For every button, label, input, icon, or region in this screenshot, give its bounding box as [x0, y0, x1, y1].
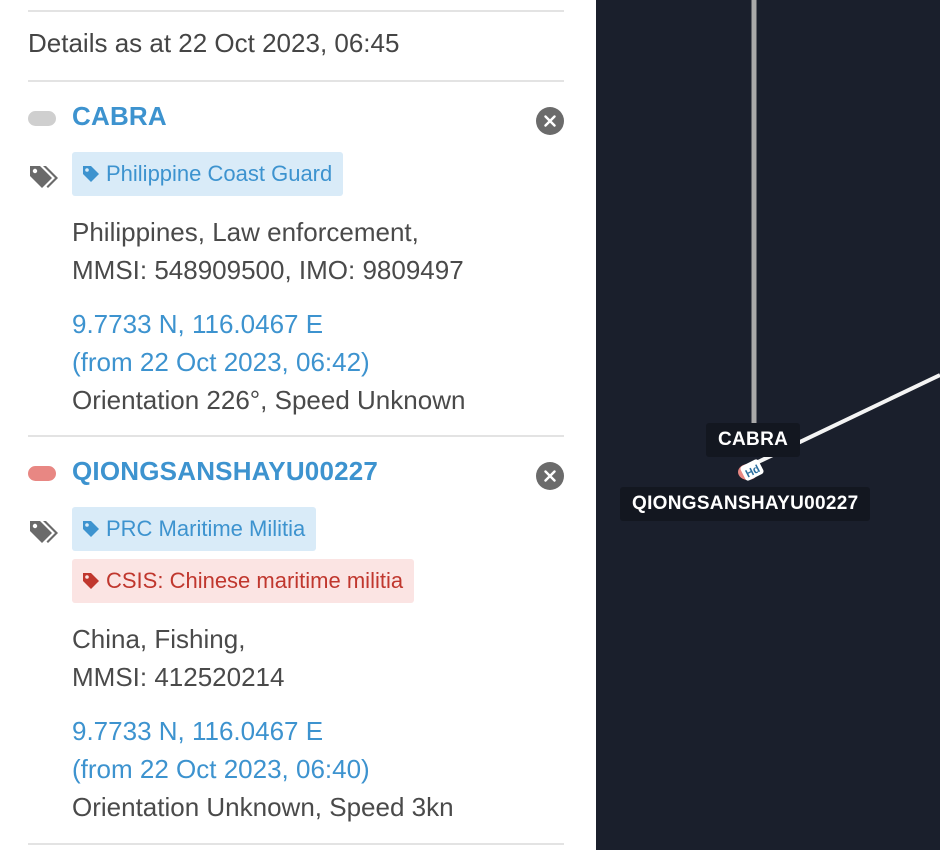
vessel-position-marker-icon[interactable]: Hd [734, 455, 770, 487]
vessel-position-link[interactable]: 9.7733 N, 116.0467 E [72, 305, 323, 343]
divider [28, 10, 564, 12]
vessel-position-time[interactable]: (from 22 Oct 2023, 06:42) [72, 343, 370, 381]
tags-icon [30, 521, 58, 543]
vessel-motion: Orientation Unknown, Speed 3kn [72, 792, 454, 822]
vessel-identifiers: MMSI: 548909500, IMO: 9809497 [72, 255, 464, 285]
tag-label: PRC Maritime Militia [106, 516, 306, 541]
tag-icon [83, 573, 99, 589]
map-view[interactable]: CABRA Hd QIONGSANSHAYU00227 [596, 0, 940, 850]
tag-icon [83, 521, 99, 537]
vessel-position-link[interactable]: 9.7733 N, 116.0467 E [72, 712, 323, 750]
vessel-flag-type: Philippines, Law enforcement, [72, 217, 419, 247]
map-label-qiongsanshayu00227[interactable]: QIONGSANSHAYU00227 [620, 487, 871, 521]
vessel-position-time[interactable]: (from 22 Oct 2023, 06:40) [72, 750, 370, 788]
divider [28, 435, 564, 437]
vessel-marker-icon [28, 111, 56, 126]
tag-prc-maritime-militia[interactable]: PRC Maritime Militia [72, 507, 317, 551]
vessel-motion: Orientation 226°, Speed Unknown [72, 385, 466, 415]
tag-label: Philippine Coast Guard [106, 161, 333, 186]
vessel-identifiers: MMSI: 412520214 [72, 662, 285, 692]
divider [28, 80, 564, 82]
tag-icon [83, 166, 99, 182]
map-label-cabra[interactable]: CABRA [706, 423, 801, 457]
vessel-name-link[interactable]: QIONGSANSHAYU00227 [72, 456, 378, 487]
tag-label: CSIS: Chinese maritime militia [106, 568, 404, 593]
vessel-marker-icon [28, 466, 56, 481]
tag-philippine-coast-guard[interactable]: Philippine Coast Guard [72, 152, 344, 196]
remove-vessel-button[interactable] [536, 107, 564, 135]
vessel-flag-type: China, Fishing, [72, 624, 246, 654]
close-icon [544, 115, 556, 127]
vessel-details-panel: Details as at 22 Oct 2023, 06:45 CABRA P… [0, 0, 596, 850]
tags-icon [30, 166, 58, 188]
tag-csis-chinese-maritime-militia[interactable]: CSIS: Chinese maritime militia [72, 559, 415, 603]
remove-vessel-button[interactable] [536, 462, 564, 490]
divider [28, 843, 564, 845]
details-timestamp: Details as at 22 Oct 2023, 06:45 [28, 28, 400, 58]
vessel-name-link[interactable]: CABRA [72, 101, 167, 132]
close-icon [544, 470, 556, 482]
